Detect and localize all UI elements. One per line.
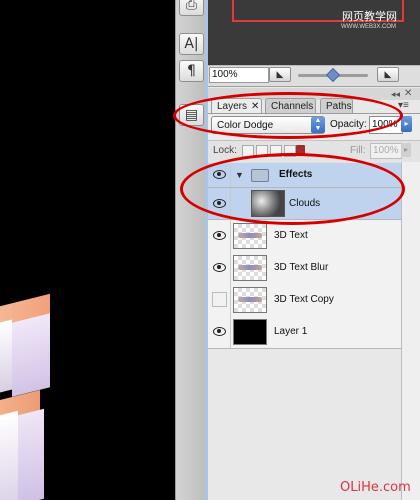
layer-name: 3D Text Copy [274,294,334,305]
lock-transparency-icon[interactable] [242,145,254,157]
visibility-toggle[interactable] [208,188,231,219]
visibility-toggle[interactable] [208,220,231,252]
disclosure-triangle-icon[interactable]: ▼ [235,170,244,180]
layers-panel-button[interactable]: ▤ [179,104,204,126]
thumbnail-art [238,297,262,302]
zoom-field[interactable]: 100% [209,67,269,83]
visibility-toggle[interactable] [208,316,231,348]
eye-icon [213,170,226,179]
3d-text-shape [18,408,44,500]
tab-close-icon[interactable]: ✕ [251,101,259,112]
layer-thumbnail [233,255,267,281]
tab-label: Layers [217,101,248,112]
paragraph-panel-button[interactable]: ¶ [179,60,204,82]
blend-mode-select[interactable]: Color Dodge [211,116,325,134]
eye-icon [213,231,226,240]
zoom-out-icon: ◣ [276,69,284,79]
layer-thumbnail [233,223,267,249]
tab-channels[interactable]: Channels [265,98,316,113]
lock-label: Lock: [213,145,237,156]
layer-3d-text[interactable]: 3D Text [208,220,401,253]
document-canvas[interactable] [0,0,175,500]
watermark-bottom: OLiHe.com [340,480,411,495]
layer-layer-1[interactable]: Layer 1 [208,316,401,349]
lock-move-icon[interactable] [284,145,296,157]
tab-label: Paths [326,101,352,112]
eye-icon [213,263,226,272]
3d-text-shape [0,319,12,403]
thumbnail-art [238,265,262,270]
layer-thumbnail [233,287,267,313]
watermark-top: 网页教学网 [342,10,397,23]
eye-icon [213,327,226,336]
zoom-out-button[interactable]: ◣ [269,67,291,82]
layer-clouds[interactable]: Clouds [208,188,401,220]
collapse-icon[interactable]: ◂◂ [391,89,400,100]
thumbnail-art [238,233,262,238]
fill-label: Fill: [350,145,366,156]
fill-field[interactable]: 100% [370,143,402,159]
layer-name: Effects [279,169,313,180]
folder-icon [251,169,269,182]
paragraph-icon: ¶ [187,63,196,79]
select-arrows-icon[interactable]: ▲ ▼ [311,117,325,133]
3d-text-shape [0,410,18,500]
clouds-thumbnail [251,190,285,217]
layer-group-effects[interactable]: ▼ Effects [208,163,401,188]
layers-scrollbar[interactable] [401,162,420,500]
tool-preset-icon[interactable]: ⎙ [179,0,204,16]
visibility-toggle[interactable] [208,252,231,284]
text-tool-icon: A| [184,36,199,52]
panel-dock-strip: ⎙ A| ¶ ▤ [175,0,206,500]
character-panel-button[interactable]: A| [179,33,204,55]
opacity-field[interactable]: 100% [369,116,403,134]
layer-name: 3D Text [274,230,308,241]
tab-label: Channels [271,101,314,112]
close-icon[interactable]: ✕ [404,88,412,99]
lock-position-icon[interactable] [270,145,282,157]
layer-name: Clouds [289,198,321,209]
layer-3d-text-blur[interactable]: 3D Text Blur [208,252,401,285]
visibility-toggle[interactable] [208,163,231,187]
tab-layers[interactable]: Layers ✕ [211,98,262,113]
lock-all-icon[interactable] [296,145,305,154]
layer-name: 3D Text Blur [274,262,329,273]
fill-arrow-icon[interactable]: ▸ [401,143,411,157]
watermark-top-sub: WWW.WEB3X.COM [341,24,396,30]
panel-menu-icon[interactable]: ▾≡ [398,100,409,111]
tab-paths[interactable]: Paths [320,98,353,113]
eye-icon [213,199,226,208]
zoom-in-button[interactable]: ◣ [377,67,399,82]
layer-name: Layer 1 [274,326,308,337]
opacity-label: Opacity: [330,119,367,130]
hidden-visibility-box [212,292,227,307]
blend-mode-value: Color Dodge [217,120,274,131]
lock-image-icon[interactable] [256,145,268,157]
visibility-toggle[interactable] [208,284,231,316]
opacity-arrow-icon[interactable]: ▸ [401,116,412,132]
3d-text-shape [12,313,50,397]
zoom-in-icon: ◣ [384,69,392,79]
layer-3d-text-copy[interactable]: 3D Text Copy [208,284,401,317]
layer-thumbnail [233,319,267,345]
